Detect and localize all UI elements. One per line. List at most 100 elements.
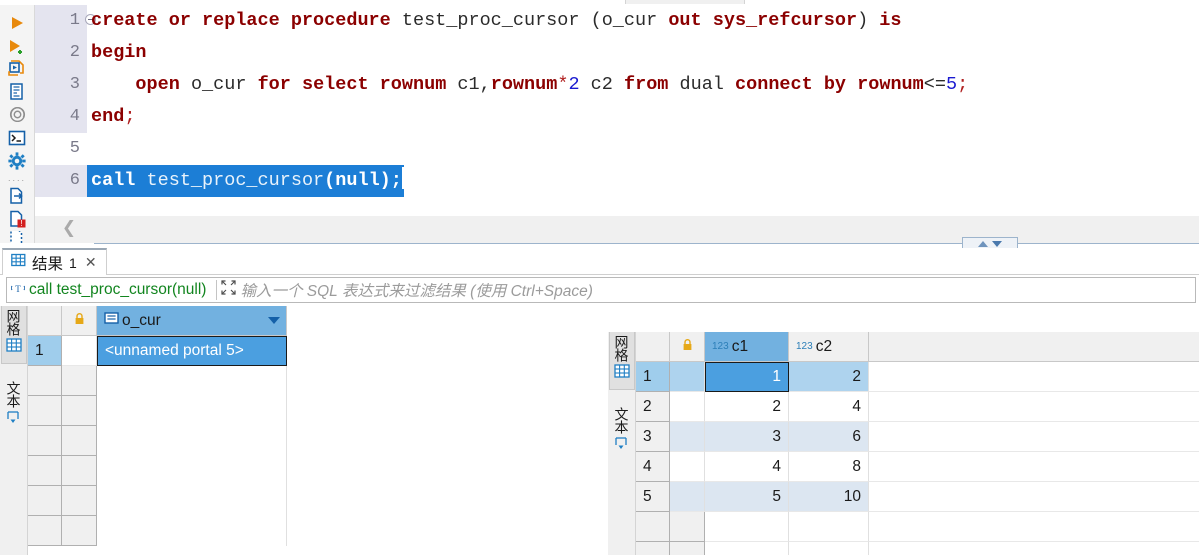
empty-cell (705, 512, 789, 542)
code-token: for select rownum (257, 74, 458, 95)
empty-row (28, 486, 608, 516)
vv-c1-type-badge: 123 (712, 341, 729, 352)
row-number-cell[interactable]: 2 (636, 392, 670, 422)
row-number-cell[interactable]: 1 (28, 336, 62, 366)
table-row[interactable]: 1 <unnamed portal 5> (28, 336, 608, 366)
code-line-4[interactable]: end; (87, 101, 1199, 133)
table-row[interactable]: 336 (636, 422, 1199, 452)
executed-query-display[interactable]: T call test_proc_cursor(null) (7, 278, 212, 302)
table-row[interactable]: 5 5 10 (636, 482, 1199, 512)
code-line-1[interactable]: create or replace procedure test_proc_cu… (87, 5, 1199, 37)
execute-in-new-tab-icon[interactable] (3, 57, 31, 80)
grid-cell-c2[interactable]: 2 (789, 362, 869, 392)
record-mode-icon (6, 410, 22, 429)
row-number-cell[interactable]: 5 (636, 482, 670, 512)
editor-tab-edge[interactable] (625, 0, 745, 4)
explain-execution-plan-icon[interactable] (3, 80, 31, 103)
collapse-chevron-icon[interactable]: ❮ (60, 216, 78, 240)
code-token: connect by rownum (735, 74, 924, 95)
value-viewer-grid[interactable]: 123 c1 123 c2 1 1 2 2 2 4 3 3 6 4 4 8 5 5 10 (636, 332, 1199, 555)
grid-cell-c1[interactable]: 2 (705, 392, 789, 422)
presentation-tab-text[interactable]: 文本 (1, 378, 27, 434)
execute-sql-script-icon[interactable] (3, 34, 31, 57)
row-filler (869, 512, 1199, 542)
open-console-icon[interactable] (3, 127, 31, 150)
sql-code-content[interactable]: create or replace procedure test_proc_cu… (87, 5, 1199, 216)
grid-cell-c2[interactable]: 8 (789, 452, 869, 482)
ai-assistant-icon[interactable] (3, 103, 31, 126)
left-presentation-tabs: 网格 文本 (0, 306, 28, 555)
chevron-down-icon[interactable] (268, 317, 280, 324)
code-token: ( (590, 10, 602, 31)
value-viewer-grid-body[interactable]: 1 1 2 2 2 4 3 3 6 4 4 8 5 5 10 (636, 362, 1199, 555)
empty-cell (97, 366, 287, 396)
grid-cell-c1[interactable]: 5 (705, 482, 789, 512)
toolbar-overflow-dots[interactable]: .... (6, 173, 28, 185)
lock-icon (74, 313, 85, 328)
lock-cell (670, 452, 705, 482)
code-token: open (135, 74, 191, 95)
code-line-3[interactable]: open o_cur for select rownum c1,rownum*2… (87, 69, 1199, 101)
splitter-down-icon[interactable] (992, 240, 1002, 247)
empty-cell (97, 426, 287, 456)
vv-column-header-c1[interactable]: 123 c1 (705, 332, 789, 362)
grid-cell-c2[interactable]: 4 (789, 392, 869, 422)
editor-results-splitter[interactable] (94, 243, 1199, 244)
empty-row-number (28, 366, 62, 396)
code-line-2[interactable]: begin (87, 37, 1199, 69)
grid-cell-c1[interactable]: 1 (705, 362, 789, 392)
results-grid-header: o_cur (28, 306, 608, 336)
row-filler (869, 422, 1199, 452)
code-token: dual (679, 74, 736, 95)
code-line-6[interactable]: call test_proc_cursor(null); (87, 165, 404, 197)
execute-sql-statement-icon[interactable] (3, 11, 31, 34)
filter-input[interactable]: 输入一个 SQL 表达式来过滤结果 (使用 Ctrl+Space) (240, 279, 592, 301)
grid-cell[interactable]: <unnamed portal 5> (97, 336, 287, 366)
empty-lock-cell (62, 456, 97, 486)
grid-icon (11, 253, 26, 273)
results-tab-number: 1 (69, 254, 77, 271)
line-number-gutter: 1234 5 6 (35, 5, 96, 216)
grid-cell-c2[interactable]: 10 (789, 482, 869, 512)
splitter-up-icon[interactable] (978, 240, 988, 247)
empty-row (28, 426, 608, 456)
results-grid[interactable]: o_cur 1 <unnamed portal 5> (28, 306, 608, 555)
row-number-cell[interactable]: 3 (636, 422, 670, 452)
line-number-3: 3 (35, 69, 87, 101)
presentation-tab-grid[interactable]: 网格 (0, 306, 27, 364)
overflow-dots-label: .... (7, 173, 26, 184)
vv-presentation-tab-grid[interactable]: 网格 (608, 332, 635, 390)
table-row[interactable]: 112 (636, 362, 1199, 392)
code-token: end (91, 106, 125, 127)
script-copy-icon[interactable] (3, 230, 31, 243)
svg-text:T: T (15, 284, 21, 294)
code-line-5[interactable] (87, 133, 1199, 165)
results-grid-body[interactable]: 1 <unnamed portal 5> (28, 336, 608, 546)
line-number-4: 4 (35, 101, 87, 133)
grid-cell-c1[interactable]: 4 (705, 452, 789, 482)
script-error-icon[interactable]: ! (3, 208, 31, 231)
grid-cell-c2[interactable]: 6 (789, 422, 869, 452)
tab-results-1[interactable]: 结果 1 ✕ (2, 248, 107, 275)
sql-editor-area[interactable]: 123456 create or replace procedure test_… (35, 5, 1199, 216)
lock-icon (682, 339, 693, 354)
vv-header-filler (869, 332, 1199, 362)
export-resultset-icon[interactable] (3, 185, 31, 208)
table-row[interactable]: 224 (636, 392, 1199, 422)
filter-divider (216, 280, 218, 300)
column-header-o_cur[interactable]: o_cur (97, 306, 287, 336)
empty-cell (97, 456, 287, 486)
row-filler (869, 362, 1199, 392)
row-number-cell[interactable]: 1 (636, 362, 670, 392)
vv-column-header-c2[interactable]: 123 c2 (789, 332, 869, 362)
code-token: rownum (490, 74, 558, 95)
close-icon[interactable]: ✕ (85, 255, 97, 271)
results-filter-bar[interactable]: T call test_proc_cursor(null) 输入一个 SQL 表… (6, 277, 1196, 303)
maximize-icon[interactable] (221, 280, 237, 300)
preferences-gear-icon[interactable] (3, 150, 31, 173)
grid-cell-c1[interactable]: 3 (705, 422, 789, 452)
vv-presentation-tab-text[interactable]: 文本 (609, 404, 635, 460)
table-row[interactable]: 448 (636, 452, 1199, 482)
column-header-o_cur-label: o_cur (122, 311, 161, 329)
row-number-cell[interactable]: 4 (636, 452, 670, 482)
